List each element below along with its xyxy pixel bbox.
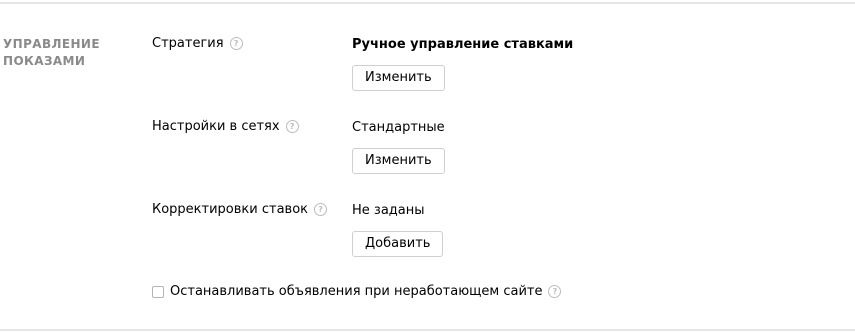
add-bid-adjustment-button[interactable]: Добавить [352, 231, 444, 257]
networks-help-icon[interactable]: ? [285, 120, 299, 133]
stop-ads-row: Останавливать объявления при неработающе… [152, 284, 562, 299]
ad-display-settings-panel: УПРАВЛЕНИЕ ПОКАЗАМИ Стратегия ? Ручное у… [0, 0, 855, 333]
networks-label: Настройки в сетях [152, 119, 280, 134]
strategy-label-row: Стратегия ? [152, 36, 243, 51]
networks-value: Стандартные [352, 120, 445, 135]
section-title: УПРАВЛЕНИЕ ПОКАЗАМИ [3, 36, 100, 70]
networks-label-row: Настройки в сетях ? [152, 119, 299, 134]
bid-adjustments-label: Корректировки ставок [152, 202, 309, 217]
top-divider [0, 2, 855, 4]
stop-ads-help-icon[interactable]: ? [548, 285, 562, 298]
bid-adjustments-value: Не заданы [352, 203, 425, 218]
stop-ads-checkbox[interactable] [152, 285, 164, 298]
section-title-line-1: УПРАВЛЕНИЕ [3, 37, 100, 51]
stop-ads-label[interactable]: Останавливать объявления при неработающе… [170, 284, 542, 299]
bid-adjustments-help-icon[interactable]: ? [314, 203, 328, 216]
change-networks-button[interactable]: Изменить [352, 148, 445, 174]
section-title-line-2: ПОКАЗАМИ [3, 54, 86, 68]
strategy-help-icon[interactable]: ? [229, 37, 243, 50]
bid-adjustments-label-row: Корректировки ставок ? [152, 202, 328, 217]
strategy-label: Стратегия [152, 36, 224, 51]
strategy-value: Ручное управление ставками [352, 37, 574, 52]
bottom-divider [0, 329, 855, 331]
change-strategy-button[interactable]: Изменить [352, 65, 445, 91]
